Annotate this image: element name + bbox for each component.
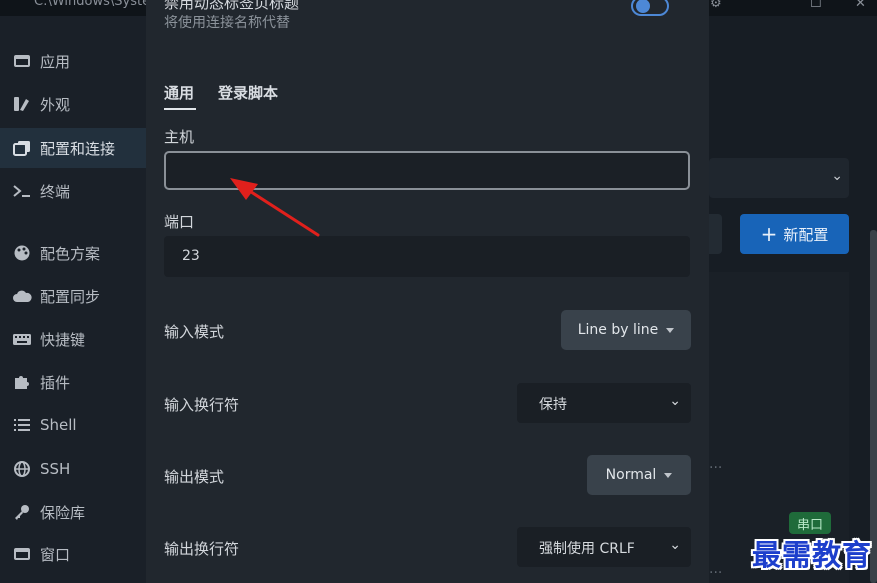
chevron-down-icon: ⌄ [831, 168, 843, 184]
sidebar-item-profiles[interactable]: 配置和连接 [0, 128, 146, 168]
output-newline-value: 强制使用 CRLF [539, 541, 635, 557]
sidebar-item-plugins[interactable]: 插件 [0, 362, 146, 402]
sidebar-item-hotkeys[interactable]: 快捷键 [0, 319, 146, 359]
chevron-down-icon: ⌄ [669, 537, 681, 553]
watermark-logo: 最需教育 [752, 538, 873, 572]
sidebar-item-window[interactable]: 窗口 [0, 534, 146, 574]
output-mode-dropdown[interactable]: Normal [587, 455, 691, 495]
window-title: C:\Windows\Syste [34, 0, 151, 9]
output-mode-label: 输出模式 [164, 468, 225, 486]
toggle-knob [636, 0, 650, 13]
host-input[interactable] [164, 151, 690, 190]
output-mode-value: Normal [605, 467, 657, 483]
new-config-label: 新配置 [783, 225, 829, 244]
list-icon [14, 419, 30, 431]
port-label: 端口 [164, 213, 195, 231]
cloud-icon [13, 290, 32, 302]
maximize-icon[interactable]: ☐ [810, 0, 822, 11]
scrollbar[interactable] [870, 230, 877, 583]
sidebar-item-label: 终端 [40, 182, 71, 201]
background-button[interactable] [709, 214, 722, 254]
sidebar-item-label: 应用 [40, 52, 71, 71]
sidebar-item-label: 保险库 [40, 503, 86, 522]
sidebar-item-shell[interactable]: Shell [0, 405, 146, 445]
sidebar-item-label: Shell [40, 416, 77, 434]
appearance-icon [14, 97, 29, 111]
output-newline-label: 输出换行符 [164, 540, 240, 558]
sidebar-item-vault[interactable]: 保险库 [0, 492, 146, 532]
sidebar-item-label: 快捷键 [40, 330, 86, 349]
palette-icon [14, 245, 30, 261]
sidebar-item-label: 配置和连接 [40, 139, 116, 158]
input-newline-select[interactable]: 保持 ⌄ [517, 383, 691, 423]
dynamic-title-toggle[interactable] [631, 0, 669, 16]
output-newline-select[interactable]: 强制使用 CRLF ⌄ [517, 527, 691, 567]
chevron-down-icon: ⌄ [669, 393, 681, 409]
host-label: 主机 [164, 128, 195, 146]
input-mode-value: Line by line [577, 322, 659, 338]
sidebar-item-label: 窗口 [40, 545, 71, 564]
new-config-button[interactable]: + 新配置 [740, 214, 849, 254]
sidebar-item-label: 插件 [40, 373, 71, 392]
setting-subtitle: 将使用连接名称代替 [164, 15, 290, 31]
input-newline-label: 输入换行符 [164, 396, 240, 414]
terminal-icon [13, 185, 30, 197]
port-value: 23 [182, 248, 200, 264]
more-options-icon[interactable]: ··· [709, 460, 722, 476]
sidebar-item-application[interactable]: 应用 [0, 41, 146, 81]
key-icon [15, 505, 29, 520]
sidebar-item-label: 配置同步 [40, 287, 101, 306]
settings-gear-icon[interactable]: ⚙ [710, 0, 722, 11]
sidebar-item-appearance[interactable]: 外观 [0, 84, 146, 124]
sidebar-item-label: SSH [40, 460, 71, 478]
profile-group-select[interactable]: ⌄ [709, 158, 849, 198]
window-icon [14, 55, 30, 67]
input-newline-value: 保持 [539, 397, 567, 413]
input-mode-dropdown[interactable]: Line by line [561, 310, 691, 350]
sidebar-item-terminal[interactable]: 终端 [0, 171, 146, 211]
tab-login-script[interactable]: 登录脚本 [218, 82, 278, 103]
caret-down-icon [666, 327, 675, 333]
window-icon [14, 548, 30, 560]
input-mode-label: 输入模式 [164, 323, 225, 341]
globe-icon [14, 461, 30, 477]
sidebar-item-label: 配色方案 [40, 244, 101, 263]
close-icon[interactable]: ✕ [855, 0, 866, 11]
sidebar-item-config-sync[interactable]: 配置同步 [0, 276, 146, 316]
tab-active-indicator [164, 108, 196, 110]
more-options-icon[interactable]: ··· [709, 565, 722, 581]
keyboard-icon [13, 334, 31, 345]
tab-general[interactable]: 通用 [164, 82, 194, 103]
puzzle-icon [15, 376, 29, 389]
profiles-icon [13, 141, 30, 156]
plus-icon: + [760, 222, 778, 246]
port-input[interactable]: 23 [164, 236, 690, 277]
settings-sidebar: 应用 外观 配置和连接 终端 配色方案 配置同步 快捷键 插件 Shell SS… [0, 16, 146, 583]
sidebar-item-ssh[interactable]: SSH [0, 449, 146, 489]
profile-edit-modal: 禁用动态标签页标题 将使用连接名称代替 通用 登录脚本 主机 端口 23 输入模… [146, 0, 709, 583]
sidebar-item-color-scheme[interactable]: 配色方案 [0, 233, 146, 273]
serial-badge: 串口 [789, 512, 831, 534]
caret-down-icon [664, 472, 673, 478]
sidebar-item-label: 外观 [40, 95, 71, 114]
